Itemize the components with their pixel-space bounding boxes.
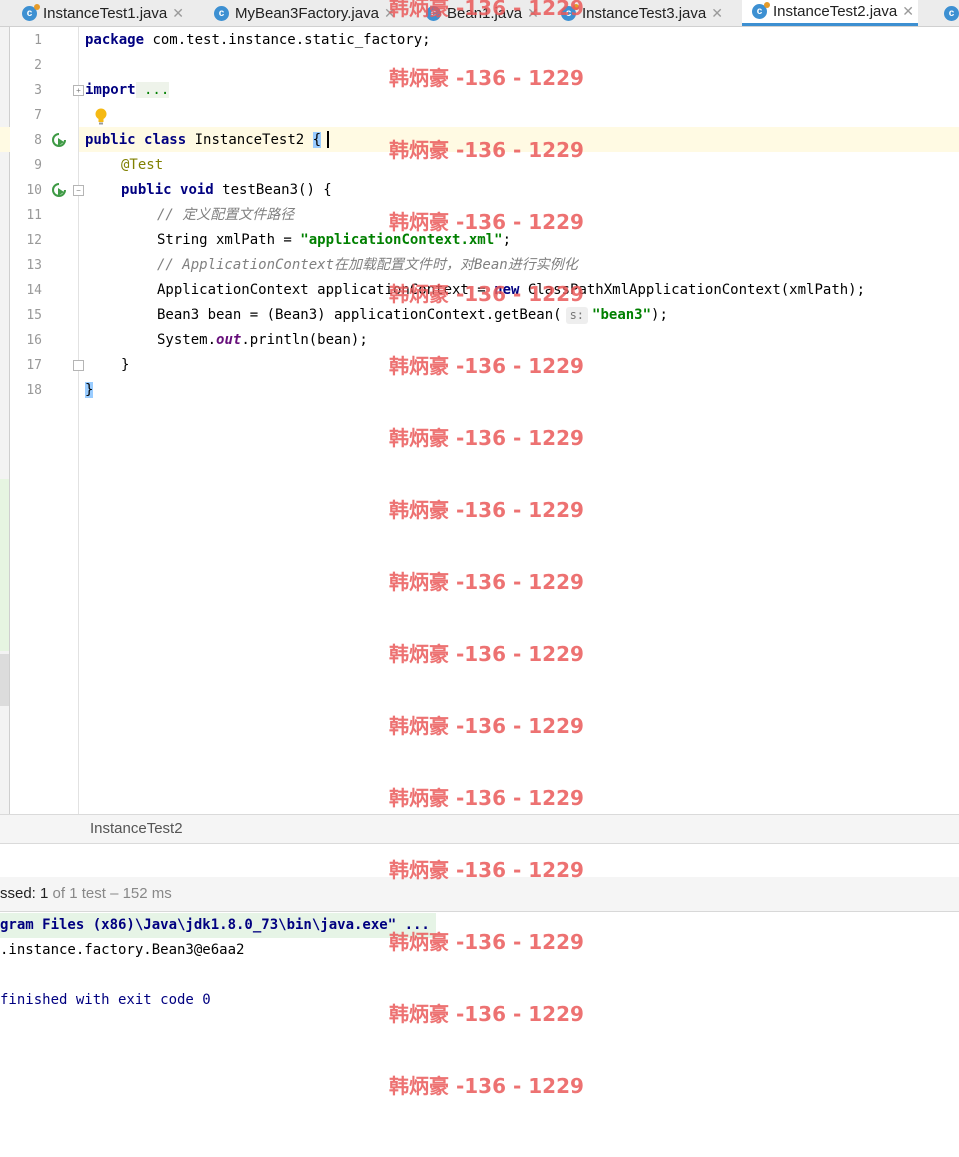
static-field: out [216,332,242,348]
code-line-10: public void testBean3() { [121,178,332,203]
test-status-text: ssed: 1 of 1 test – 152 ms [0,885,172,902]
close-icon[interactable]: ✕ [172,5,184,22]
tab-label: MyBean3Factory.java [235,4,379,22]
tab-label: InstanceTest2.java [773,3,898,20]
close-icon[interactable]: ✕ [902,3,914,20]
watermark: 韩炳豪 -136 - 1229 [389,642,584,666]
keyword: package [85,32,145,48]
code-line-17: } [121,353,129,378]
status-prefix: ssed: [0,885,41,902]
watermark: 韩炳豪 -136 - 1229 [389,138,584,162]
line-number: 14 [26,283,42,298]
tab-instancetest1[interactable]: c InstanceTest1.java ✕ [22,0,184,26]
watermark: 韩炳豪 -136 - 1229 [389,210,584,234]
close-icon[interactable]: ✕ [711,5,723,22]
tab-mybean3factory[interactable]: c MyBean3Factory.java ✕ [214,0,396,26]
annotation: @Test [121,157,164,173]
console-command-line[interactable]: gram Files (x86)\Java\jdk1.8.0_73\bin\ja… [0,913,436,938]
class-icon: c [214,5,229,21]
line-number: 11 [26,208,42,223]
test-class-icon: c [22,3,40,21]
watermark: 韩炳豪 -136 - 1229 [389,570,584,594]
code-line-3: import ... [85,78,170,103]
scroll-marker [0,654,9,706]
class-name: InstanceTest2 [186,132,313,148]
code-line-16: System.out.println(bean); [157,328,368,353]
string-literal: "bean3" [592,307,652,323]
line-number: 7 [34,108,42,123]
line-number: 13 [26,258,42,273]
line-number: 15 [26,308,42,323]
watermark: 韩炳豪 -136 - 1229 [389,858,584,882]
line-number: 12 [26,233,42,248]
breadcrumb-item[interactable]: InstanceTest2 [90,820,183,837]
code-text: .println(bean); [241,332,368,348]
console-exit-line: finished with exit code 0 [0,992,211,1008]
test-class-icon: c [752,2,770,19]
run-test-icon[interactable] [51,132,67,148]
breadcrumb: InstanceTest2 [0,814,959,844]
line-number: 1 [34,33,42,48]
line-number: 8 [34,133,42,148]
watermark: 韩炳豪 -136 - 1229 [389,0,584,20]
code-line-1: package com.test.instance.static_factory… [85,28,431,53]
matched-brace: { [312,132,322,148]
watermark: 韩炳豪 -136 - 1229 [389,930,584,954]
watermark: 韩炳豪 -136 - 1229 [389,498,584,522]
code-text: com.test.instance.static_factory; [144,32,431,48]
code-line-11: // 定义配置文件路径 [157,203,294,228]
editor-gutter: 1 2 3 7 8 9 10 11 12 13 14 15 16 17 18 +… [10,27,84,814]
code-line-9: @Test [121,153,163,178]
watermark: 韩炳豪 -136 - 1229 [389,354,584,378]
comment: // ApplicationContext在加载配置文件时，对Bean进行实例化 [157,257,578,273]
text-caret [327,131,329,148]
status-detail: of 1 test – 152 ms [48,885,172,902]
code-text: System. [157,332,217,348]
watermark: 韩炳豪 -136 - 1229 [389,786,584,810]
folded-imports[interactable]: ... [135,82,170,98]
keyword: import [85,82,136,98]
line-number: 16 [26,333,42,348]
code-text: testBean3() { [213,182,332,198]
line-number: 17 [26,358,42,373]
line-number: 3 [34,83,42,98]
line-number: 10 [26,183,42,198]
parameter-hint: s: [565,307,589,324]
class-icon: c [944,5,959,21]
watermark: 韩炳豪 -136 - 1229 [389,66,584,90]
line-number: 2 [34,58,42,73]
keyword: class [144,132,187,148]
code-text: } [121,357,130,373]
watermark: 韩炳豪 -136 - 1229 [389,1002,584,1026]
comment: // 定义配置文件路径 [157,207,295,223]
tab-label: InstanceTest1.java [43,4,168,22]
code-line-18: } [85,378,94,403]
tab-label: InstanceTest3.java [582,4,707,22]
run-test-icon[interactable] [51,182,67,198]
tab-overflow[interactable]: c [944,0,959,26]
watermark: 韩炳豪 -136 - 1229 [389,282,584,306]
keyword: public [85,132,136,148]
test-result-marker [0,479,9,651]
code-text: ); [651,307,668,323]
keyword: public [121,182,172,198]
code-line-13: // ApplicationContext在加载配置文件时，对Bean进行实例化 [157,253,578,278]
console-output-line: .instance.factory.Bean3@e6aa2 [0,942,245,958]
watermark: 韩炳豪 -136 - 1229 [389,1074,584,1098]
watermark: 韩炳豪 -136 - 1229 [389,714,584,738]
line-number: 18 [26,383,42,398]
keyword: void [180,182,214,198]
code-text: Bean3 bean = (Bean3) applicationContext.… [157,307,562,323]
matched-brace: } [85,382,94,398]
line-number: 9 [34,158,42,173]
tab-instancetest2[interactable]: c InstanceTest2.java ✕ [742,0,918,26]
code-text: String xmlPath = [157,232,301,248]
code-line-8: public class InstanceTest2 { [85,128,322,153]
watermark: 韩炳豪 -136 - 1229 [389,426,584,450]
tab-instancetest3[interactable]: c InstanceTest3.java ✕ [561,0,723,26]
